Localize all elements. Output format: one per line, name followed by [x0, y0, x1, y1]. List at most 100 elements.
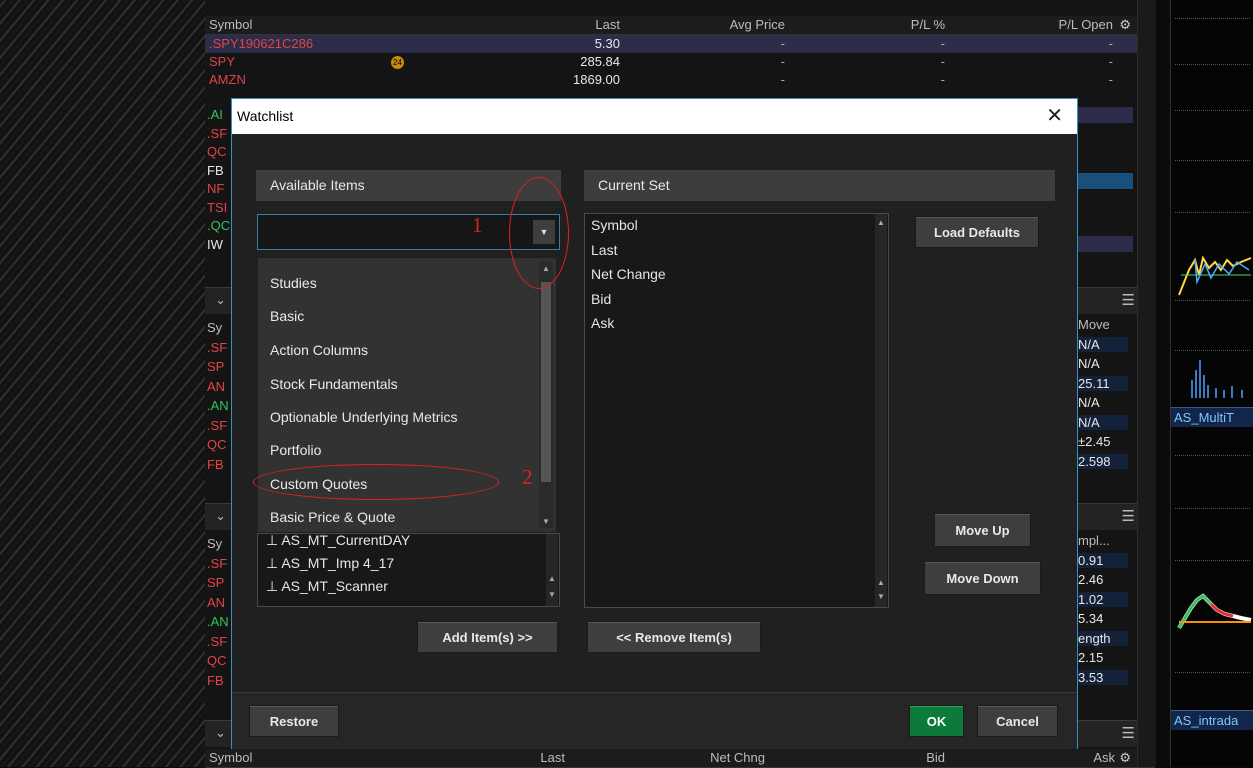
dialog-titlebar[interactable]: Watchlist ✕ [232, 99, 1077, 134]
volume-chart-icon [1191, 360, 1243, 398]
cell-value: 25.11 [1078, 375, 1128, 391]
current-set-item[interactable]: Ask [591, 315, 614, 331]
cell-value: N/A [1078, 356, 1100, 371]
add-items-button[interactable]: Add Item(s) >> [417, 621, 558, 653]
col-net-chng[interactable]: Net Chng [665, 749, 765, 767]
dropdown-option[interactable]: Basic [270, 308, 304, 324]
menu-icon[interactable]: ☰ [1122, 291, 1135, 309]
ok-button[interactable]: OK [909, 705, 964, 737]
row-dash: - [940, 54, 945, 69]
cell-value: 3.53 [1078, 669, 1128, 685]
col-last[interactable]: Last [555, 16, 620, 34]
column-header[interactable]: mpl... [1078, 533, 1110, 548]
cell-value: 1.02 [1078, 591, 1128, 607]
list-item-label: AS_MT_Scanner [281, 578, 388, 594]
current-set-list[interactable]: Symbol Last Net Change Bid Ask ▲ ▲ ▼ [584, 213, 889, 608]
col-ask[interactable]: Ask [1025, 749, 1115, 767]
desktop-background [0, 0, 205, 767]
custom-column-icon: ⊥ [266, 578, 282, 594]
dropdown-option[interactable]: Action Columns [270, 342, 368, 358]
list-item[interactable]: ⊥ AS_MT_Scanner [266, 578, 388, 595]
partial-symbol: .AI [207, 107, 223, 122]
current-set-item[interactable]: Last [591, 242, 617, 258]
partial-symbol: .SF [207, 339, 228, 355]
partial-symbol: FB [207, 672, 224, 688]
gear-icon[interactable]: ⚙ [1117, 749, 1131, 767]
partial-symbol: SP [207, 359, 225, 374]
cell-value: 2.46 [1078, 572, 1104, 587]
list-item[interactable]: ⊥ AS_MT_CurrentDAY [266, 532, 410, 549]
list-item-label: AS_MT_CurrentDAY [281, 532, 411, 548]
cell-value: ±2.45 [1078, 434, 1111, 449]
dropdown-option[interactable]: Basic Price & Quote [270, 509, 395, 525]
table-header: Symbol Last Net Chng Bid Ask ⚙ [205, 749, 1155, 768]
partial-symbol: .AN [207, 614, 229, 629]
chevron-down-icon[interactable]: ⌄ [215, 508, 226, 524]
move-down-button[interactable]: Move Down [924, 561, 1041, 595]
cell-value: ength [1078, 630, 1128, 646]
price-chart-icon [1178, 255, 1252, 296]
partial-symbol: AN [207, 594, 226, 610]
restore-button[interactable]: Restore [249, 705, 339, 737]
cell-value: 2.15 [1078, 650, 1104, 665]
chart-label[interactable]: AS_intrada [1171, 710, 1253, 730]
partial-symbol: FB [207, 456, 224, 472]
menu-icon[interactable]: ☰ [1122, 724, 1135, 742]
current-set-item[interactable]: Net Change [591, 266, 666, 282]
menu-icon[interactable]: ☰ [1122, 507, 1135, 525]
partial-symbol: IW [207, 236, 223, 252]
col-symbol[interactable]: Symbol [209, 16, 252, 34]
table-row[interactable]: AMZN 1869.00 - - - [205, 71, 1155, 89]
partial-symbol: TSI [207, 199, 228, 215]
dropdown-option[interactable]: Portfolio [270, 442, 321, 458]
load-defaults-button[interactable]: Load Defaults [915, 216, 1039, 248]
cancel-button[interactable]: Cancel [977, 705, 1058, 737]
list-scrollbar[interactable]: ▲ ▼ [546, 534, 558, 606]
col-last[interactable]: Last [505, 749, 565, 767]
row-highlight [1078, 107, 1133, 123]
watchlist-dialog: Watchlist ✕ Available Items ▼ ⊥ AS_MT_Cu… [231, 98, 1078, 749]
list-item-label: AS_MT_Imp 4_17 [281, 555, 395, 571]
close-icon[interactable]: ✕ [1046, 99, 1063, 134]
gear-icon[interactable]: ⚙ [1117, 16, 1131, 34]
row-dash: - [1108, 72, 1113, 87]
row-last: 1869.00 [573, 72, 620, 87]
col-symbol[interactable]: Symbol [209, 749, 252, 767]
chart-label[interactable]: AS_MultiT [1171, 407, 1253, 427]
dropdown-option[interactable]: Optionable Underlying Metrics [270, 409, 458, 425]
dropdown-scrollbar[interactable]: ▲ ▼ [539, 262, 553, 528]
partial-symbol: Sy [207, 320, 223, 335]
dialog-title: Watchlist [237, 108, 294, 124]
column-header[interactable]: Move [1078, 317, 1110, 332]
partial-symbol: .SF [207, 555, 228, 571]
row-symbol: .SPY190621C286 [209, 36, 314, 51]
dropdown-option[interactable]: Studies [270, 275, 317, 291]
col-bid[interactable]: Bid [845, 749, 945, 767]
table-row[interactable]: .SPY190621C286 5.30 - - - [205, 35, 1155, 53]
partial-symbol: .SF [207, 125, 228, 141]
available-items-list[interactable]: ⊥ AS_MT_CurrentDAY ⊥ AS_MT_Imp 4_17 ⊥ AS_M… [257, 532, 560, 607]
list-item[interactable]: ⊥ AS_MT_Imp 4_17 [266, 555, 394, 572]
current-set-item[interactable]: Bid [591, 291, 611, 307]
annotation-number: 2 [522, 465, 533, 489]
row-highlight [1078, 236, 1133, 252]
table-row[interactable]: SPY 24 285.84 - - - [205, 53, 1155, 71]
remove-items-button[interactable]: << Remove Item(s) [587, 621, 761, 653]
partial-symbol: AN [207, 378, 226, 394]
col-pl-open[interactable]: P/L Open [1005, 16, 1113, 34]
current-set-item[interactable]: Symbol [591, 217, 638, 233]
col-avg-price[interactable]: Avg Price [685, 16, 785, 34]
row-dash: - [1108, 54, 1113, 69]
row-last: 5.30 [594, 36, 620, 51]
cell-value: 5.34 [1078, 611, 1104, 626]
dividend-badge-icon: 24 [391, 56, 404, 69]
dropdown-option[interactable]: Stock Fundamentals [270, 376, 398, 392]
chart-strip: AS_MultiT AS_intrada [1170, 0, 1253, 767]
partial-symbol: .SF [207, 417, 228, 433]
chevron-down-icon[interactable]: ⌄ [215, 292, 226, 308]
chevron-down-icon[interactable]: ⌄ [215, 725, 226, 741]
col-pl-pct[interactable]: P/L % [845, 16, 945, 34]
list-scrollbar[interactable]: ▲ ▲ ▼ [875, 214, 887, 607]
move-up-button[interactable]: Move Up [934, 513, 1031, 547]
vertical-scrollbar[interactable] [1137, 0, 1156, 767]
